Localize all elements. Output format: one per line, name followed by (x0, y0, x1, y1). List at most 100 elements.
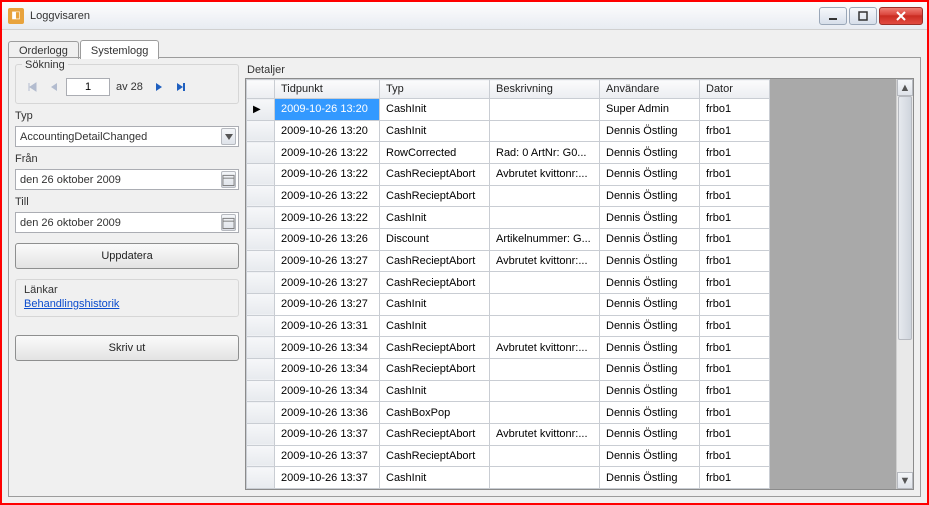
tab-systemlogg[interactable]: Systemlogg (80, 40, 159, 59)
table-row[interactable]: 2009-10-26 13:31CashInitDennis Östlingfr… (247, 315, 770, 337)
print-button[interactable]: Skriv ut (15, 335, 239, 361)
cell-anvandare[interactable]: Dennis Östling (600, 358, 700, 380)
fran-datepicker[interactable]: den 26 oktober 2009 (15, 169, 239, 190)
cell-anvandare[interactable]: Dennis Östling (600, 467, 700, 489)
vertical-scrollbar[interactable]: ▲ ▼ (896, 79, 913, 489)
table-row[interactable]: 2009-10-26 13:26DiscountArtikelnummer: G… (247, 228, 770, 250)
cell-typ[interactable]: CashRecieptAbort (380, 358, 490, 380)
cell-tidpunkt[interactable]: 2009-10-26 13:37 (275, 445, 380, 467)
cell-tidpunkt[interactable]: 2009-10-26 13:22 (275, 185, 380, 207)
table-row[interactable]: 2009-10-26 13:37CashInitDennis Östlingfr… (247, 467, 770, 489)
cell-tidpunkt[interactable]: 2009-10-26 13:31 (275, 315, 380, 337)
cell-beskrivning[interactable] (490, 272, 600, 294)
update-button[interactable]: Uppdatera (15, 243, 239, 269)
cell-tidpunkt[interactable]: 2009-10-26 13:37 (275, 467, 380, 489)
maximize-button[interactable] (849, 7, 877, 25)
cell-tidpunkt[interactable]: 2009-10-26 13:37 (275, 423, 380, 445)
details-grid[interactable]: Tidpunkt Typ Beskrivning Användare Dator… (246, 79, 770, 489)
col-dator[interactable]: Dator (700, 80, 770, 99)
next-page-button[interactable] (149, 77, 169, 97)
cell-dator[interactable]: frbo1 (700, 185, 770, 207)
cell-typ[interactable]: CashRecieptAbort (380, 423, 490, 445)
cell-beskrivning[interactable]: Avbrutet kvittonr:... (490, 163, 600, 185)
cell-typ[interactable]: CashRecieptAbort (380, 272, 490, 294)
cell-tidpunkt[interactable]: 2009-10-26 13:36 (275, 402, 380, 424)
cell-anvandare[interactable]: Dennis Östling (600, 272, 700, 294)
cell-tidpunkt[interactable]: 2009-10-26 13:34 (275, 358, 380, 380)
cell-dator[interactable]: frbo1 (700, 163, 770, 185)
cell-anvandare[interactable]: Dennis Östling (600, 185, 700, 207)
cell-anvandare[interactable]: Dennis Östling (600, 142, 700, 164)
cell-typ[interactable]: Discount (380, 228, 490, 250)
cell-typ[interactable]: CashRecieptAbort (380, 337, 490, 359)
cell-beskrivning[interactable] (490, 402, 600, 424)
scroll-down-icon[interactable]: ▼ (897, 472, 913, 489)
table-row[interactable]: 2009-10-26 13:27CashInit Dennis Östlingfr… (247, 293, 770, 315)
table-row[interactable]: 2009-10-26 13:20CashInit Dennis Östlingfr… (247, 120, 770, 142)
cell-dator[interactable]: frbo1 (700, 142, 770, 164)
cell-typ[interactable]: CashInit (380, 293, 490, 315)
cell-dator[interactable]: frbo1 (700, 272, 770, 294)
table-row[interactable]: 2009-10-26 13:34CashRecieptAbortAvbrutet… (247, 337, 770, 359)
cell-dator[interactable]: frbo1 (700, 380, 770, 402)
cell-tidpunkt[interactable]: 2009-10-26 13:27 (275, 293, 380, 315)
cell-typ[interactable]: CashRecieptAbort (380, 185, 490, 207)
cell-tidpunkt[interactable]: 2009-10-26 13:27 (275, 272, 380, 294)
cell-anvandare[interactable]: Dennis Östling (600, 402, 700, 424)
cell-typ[interactable]: CashBoxPop (380, 402, 490, 424)
table-row[interactable]: 2009-10-26 13:27CashRecieptAbort Dennis Ö… (247, 272, 770, 294)
cell-anvandare[interactable]: Dennis Östling (600, 120, 700, 142)
cell-beskrivning[interactable] (490, 467, 600, 489)
cell-beskrivning[interactable]: Avbrutet kvittonr:... (490, 337, 600, 359)
close-button[interactable] (879, 7, 923, 25)
table-row[interactable]: 2009-10-26 13:34CashRecieptAbort Dennis Ö… (247, 358, 770, 380)
cell-beskrivning[interactable]: Artikelnummer: G... (490, 228, 600, 250)
cell-dator[interactable]: frbo1 (700, 337, 770, 359)
first-page-button[interactable] (22, 77, 42, 97)
cell-beskrivning[interactable] (490, 99, 600, 121)
cell-typ[interactable]: CashRecieptAbort (380, 445, 490, 467)
cell-dator[interactable]: frbo1 (700, 402, 770, 424)
table-row[interactable]: 2009-10-26 13:36CashBoxPop Dennis Östling… (247, 402, 770, 424)
cell-beskrivning[interactable] (490, 207, 600, 229)
scroll-thumb[interactable] (898, 96, 912, 340)
last-page-button[interactable] (171, 77, 191, 97)
cell-typ[interactable]: CashInit (380, 315, 490, 337)
table-row[interactable]: 2009-10-26 13:37CashRecieptAbortDennis Ö… (247, 445, 770, 467)
minimize-button[interactable] (819, 7, 847, 25)
cell-beskrivning[interactable]: Rad: 0 ArtNr: G0... (490, 142, 600, 164)
cell-anvandare[interactable]: Dennis Östling (600, 293, 700, 315)
cell-anvandare[interactable]: Super Admin (600, 99, 700, 121)
table-row[interactable]: 2009-10-26 13:27CashRecieptAbortAvbrutet… (247, 250, 770, 272)
cell-dator[interactable]: frbo1 (700, 358, 770, 380)
cell-dator[interactable]: frbo1 (700, 423, 770, 445)
cell-beskrivning[interactable] (490, 315, 600, 337)
cell-dator[interactable]: frbo1 (700, 467, 770, 489)
page-input[interactable] (66, 78, 110, 96)
cell-dator[interactable]: frbo1 (700, 99, 770, 121)
col-typ[interactable]: Typ (380, 80, 490, 99)
cell-anvandare[interactable]: Dennis Östling (600, 337, 700, 359)
cell-beskrivning[interactable] (490, 445, 600, 467)
prev-page-button[interactable] (44, 77, 64, 97)
cell-dator[interactable]: frbo1 (700, 250, 770, 272)
till-datepicker[interactable]: den 26 oktober 2009 (15, 212, 239, 233)
cell-typ[interactable]: CashRecieptAbort (380, 163, 490, 185)
cell-typ[interactable]: RowCorrected (380, 142, 490, 164)
cell-beskrivning[interactable] (490, 380, 600, 402)
cell-tidpunkt[interactable]: 2009-10-26 13:27 (275, 250, 380, 272)
cell-typ[interactable]: CashRecieptAbort (380, 250, 490, 272)
cell-typ[interactable]: CashInit (380, 99, 490, 121)
cell-anvandare[interactable]: Dennis Östling (600, 315, 700, 337)
cell-dator[interactable]: frbo1 (700, 293, 770, 315)
cell-anvandare[interactable]: Dennis Östling (600, 423, 700, 445)
cell-typ[interactable]: CashInit (380, 380, 490, 402)
cell-dator[interactable]: frbo1 (700, 120, 770, 142)
scroll-up-icon[interactable]: ▲ (897, 79, 913, 96)
cell-typ[interactable]: CashInit (380, 120, 490, 142)
cell-anvandare[interactable]: Dennis Östling (600, 380, 700, 402)
table-row[interactable]: 2009-10-26 13:22CashInitDennis Östlingfr… (247, 207, 770, 229)
cell-tidpunkt[interactable]: 2009-10-26 13:20 (275, 120, 380, 142)
table-row[interactable]: 2009-10-26 13:22CashRecieptAbort Dennis Ö… (247, 185, 770, 207)
cell-tidpunkt[interactable]: 2009-10-26 13:22 (275, 142, 380, 164)
